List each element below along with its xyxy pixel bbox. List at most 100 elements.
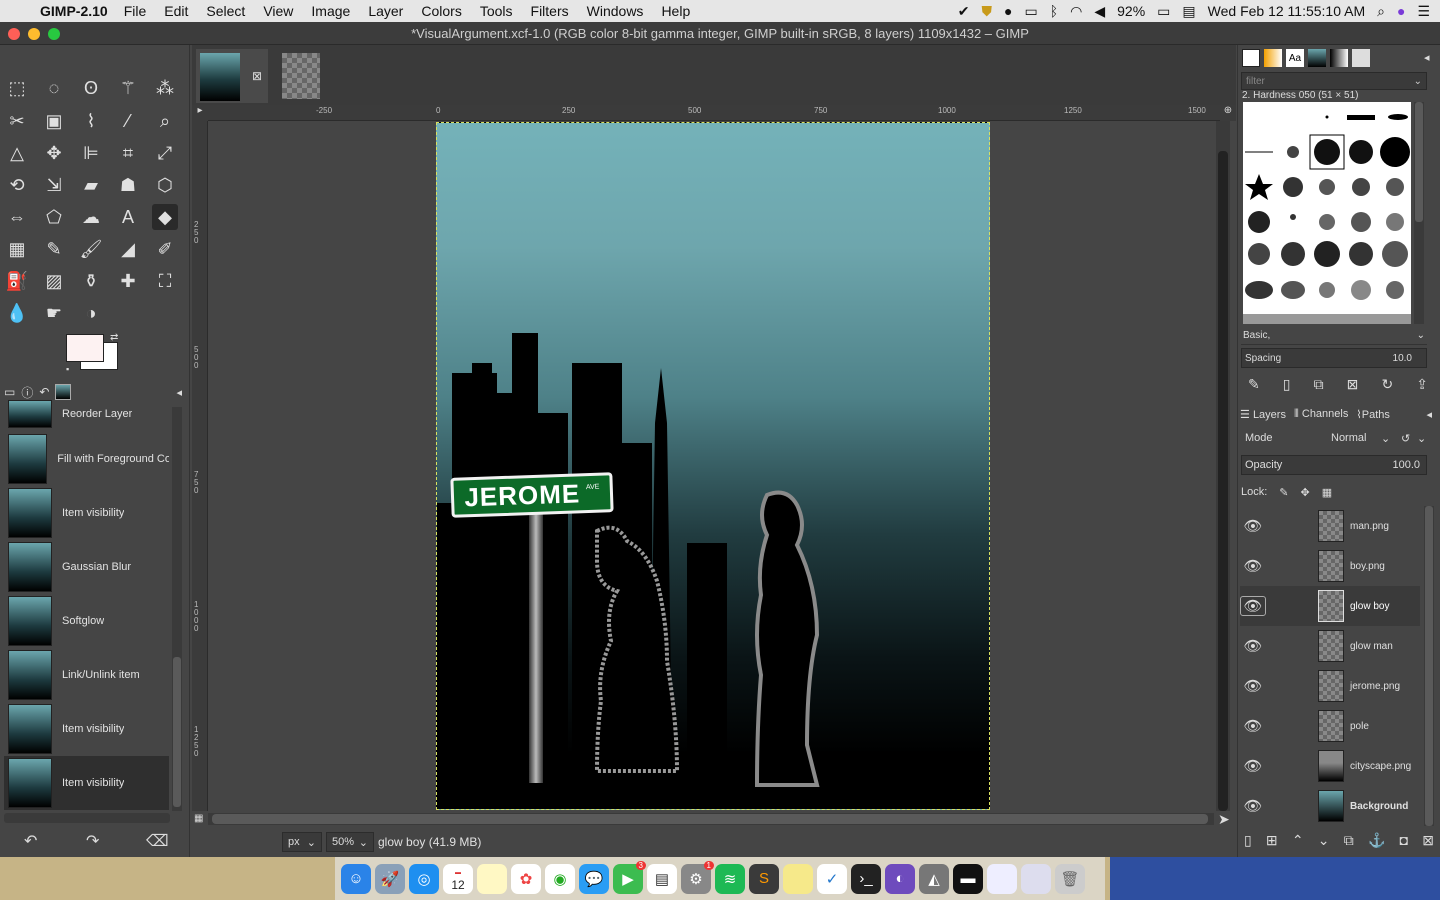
canvas-vscroll-thumb[interactable] — [1218, 151, 1228, 811]
eraser-icon[interactable]: ◢ — [115, 236, 141, 262]
history-item[interactable]: Item visibility — [4, 702, 169, 756]
palettes-tab-icon[interactable] — [1352, 49, 1370, 67]
navigate-icon[interactable]: ▦ — [194, 813, 203, 824]
menu-view[interactable]: View — [263, 3, 293, 19]
eye-icon[interactable]: 👁 — [1240, 677, 1266, 695]
flip-tool-icon[interactable]: ⇔ — [4, 204, 30, 230]
app-menu[interactable]: GIMP-2.10 — [40, 3, 108, 19]
gradients-tab-icon[interactable] — [1330, 49, 1348, 67]
lock-pixels-icon[interactable]: ✎ — [1279, 486, 1288, 499]
lower-layer-icon[interactable]: ⌄ — [1318, 832, 1330, 849]
menu-image[interactable]: Image — [311, 3, 350, 19]
layer-row[interactable]: 👁 glow man — [1240, 626, 1420, 666]
menu-colors[interactable]: Colors — [421, 3, 461, 19]
lock-position-icon[interactable]: ✥ — [1301, 486, 1310, 499]
tab-layers[interactable]: ☰ Layers — [1240, 408, 1286, 421]
lock-alpha-icon[interactable]: ▦ — [1322, 486, 1332, 499]
pencil-tool-icon[interactable]: ✎ — [41, 236, 67, 262]
history-scrollbar[interactable] — [172, 407, 182, 811]
eye-icon[interactable]: 👁 — [1240, 797, 1266, 815]
eye-icon[interactable]: 👁 — [1240, 596, 1266, 616]
heal-tool-icon[interactable]: ✚ — [115, 268, 141, 294]
unified-transform-icon[interactable]: ⤢ — [152, 140, 178, 166]
battery-percent[interactable]: 92% — [1117, 3, 1145, 19]
reminders-icon[interactable]: ✓ — [817, 863, 847, 894]
gimp-icon[interactable]: ◭ — [919, 863, 949, 894]
sublime-icon[interactable]: S — [749, 863, 779, 894]
edit-brush-icon[interactable]: ✎ — [1248, 376, 1260, 393]
rotate-tool-icon[interactable]: ⟲ — [4, 172, 30, 198]
foreground-select-icon[interactable]: ▣ — [41, 108, 67, 134]
eye-icon[interactable]: 👁 — [1240, 637, 1266, 655]
undo-history-tab-icon[interactable]: ↶ — [39, 385, 49, 399]
layer-row-selected[interactable]: 👁 glow boy — [1240, 586, 1420, 626]
fonts-tab-icon[interactable]: Aa — [1286, 49, 1304, 67]
zoom-tool-icon[interactable]: ⌕ — [152, 108, 178, 134]
terminal-window-icon[interactable]: ▬ — [953, 863, 983, 894]
duplicate-layer-icon[interactable]: ⧉ — [1344, 832, 1354, 849]
images-tab-icon[interactable] — [1308, 49, 1326, 67]
layer-row[interactable]: 👁 cityscape.png — [1240, 746, 1420, 786]
history-item[interactable]: Softglow — [4, 594, 169, 648]
layer-row[interactable]: 👁 jerome.png — [1240, 666, 1420, 706]
free-select-icon[interactable]: ʘ — [78, 75, 104, 101]
ellipse-select-icon[interactable]: ◌ — [41, 75, 67, 101]
messages-icon[interactable]: 💬 — [579, 863, 609, 894]
reset-colors-icon[interactable]: ▪ — [66, 364, 69, 374]
color-select-icon[interactable]: ⁂ — [152, 75, 178, 101]
perspective-tool-icon[interactable]: ⬡ — [152, 172, 178, 198]
airplay-icon[interactable]: ▭ — [1025, 3, 1038, 20]
crop-tool-icon[interactable]: ⌗ — [115, 140, 141, 166]
perspective-clone-icon[interactable]: ⛶ — [152, 268, 178, 294]
stickies-icon[interactable] — [783, 863, 813, 894]
brush-grid-scroll-thumb[interactable] — [1415, 102, 1423, 222]
text-tool-icon[interactable]: A — [115, 204, 141, 230]
notification-center-icon[interactable]: ☰ — [1417, 3, 1430, 20]
canvas-hscroll-thumb[interactable] — [212, 814, 1208, 824]
mode-select[interactable]: Mode Normal ⌄ ↺ ⌄ — [1241, 428, 1427, 450]
measure-tool-icon[interactable]: △ — [4, 140, 30, 166]
image-tab-active[interactable]: ⊠ — [196, 49, 268, 103]
warp-icon[interactable]: ☁ — [78, 204, 104, 230]
siri-icon[interactable]: ● — [1397, 3, 1405, 19]
menu-help[interactable]: Help — [661, 3, 690, 19]
facetime-icon[interactable]: ▶ 3 — [613, 860, 646, 894]
ink-tool-icon[interactable]: ⛽ — [4, 268, 30, 294]
undo-icon[interactable]: ↶ — [24, 831, 37, 851]
history-item[interactable]: Item visibility — [4, 486, 169, 540]
chrome-icon[interactable]: ◉ — [545, 863, 575, 894]
spotlight-search-icon[interactable]: ⌕ — [1377, 3, 1385, 20]
color-picker-icon[interactable]: ⁄ — [115, 108, 141, 134]
preview-icon[interactable]: ▤ — [647, 863, 677, 894]
menu-file[interactable]: File — [124, 3, 147, 19]
photos-icon[interactable]: ✿ — [511, 863, 541, 894]
delete-layer-icon[interactable]: ⊠ — [1422, 832, 1434, 849]
blur-tool-icon[interactable]: 💧 — [4, 300, 30, 326]
github-desktop-icon[interactable]: ◐ — [885, 863, 915, 894]
history-item-selected[interactable]: Item visibility — [4, 756, 169, 810]
panel-menu-icon[interactable]: ◂ — [1424, 51, 1430, 64]
eye-icon[interactable]: 👁 — [1240, 557, 1266, 575]
opacity-slider[interactable]: Opacity 100.0 — [1241, 455, 1427, 475]
brush-tag-select[interactable]: Basic, ⌄ — [1241, 327, 1427, 345]
terminal-icon[interactable]: ›_ — [851, 863, 881, 894]
tool-options-tab-icon[interactable]: ▭ — [4, 385, 15, 399]
launchpad-icon[interactable]: 🚀 — [375, 863, 405, 894]
eye-icon[interactable]: 👁 — [1240, 717, 1266, 735]
scissors-select-icon[interactable]: ✂ — [4, 108, 30, 134]
align-tool-icon[interactable]: ⊫ — [78, 140, 104, 166]
patterns-tab-icon[interactable] — [1264, 49, 1282, 67]
gradient-tool-icon[interactable]: ▦ — [4, 236, 30, 262]
quick-mask-menu-icon[interactable]: ▸ — [192, 105, 208, 121]
spacing-slider[interactable]: Spacing 10.0 — [1241, 348, 1427, 368]
new-layer-group-icon[interactable]: ⊞ — [1266, 832, 1278, 849]
airbrush-icon[interactable]: ✐ — [152, 236, 178, 262]
delete-brush-icon[interactable]: ⊠ — [1347, 376, 1359, 393]
paintbrush-icon[interactable]: 🖌 — [78, 236, 104, 262]
clock[interactable]: Wed Feb 12 11:55:10 AM — [1208, 3, 1365, 19]
menu-windows[interactable]: Windows — [587, 3, 644, 19]
raise-layer-icon[interactable]: ⌃ — [1292, 832, 1304, 849]
anchor-layer-icon[interactable]: ⚓ — [1368, 832, 1385, 849]
horizontal-ruler[interactable]: -250 0 250 500 750 1000 1250 1500 — [208, 105, 1220, 121]
wifi-icon[interactable]: ◠ — [1070, 3, 1082, 20]
